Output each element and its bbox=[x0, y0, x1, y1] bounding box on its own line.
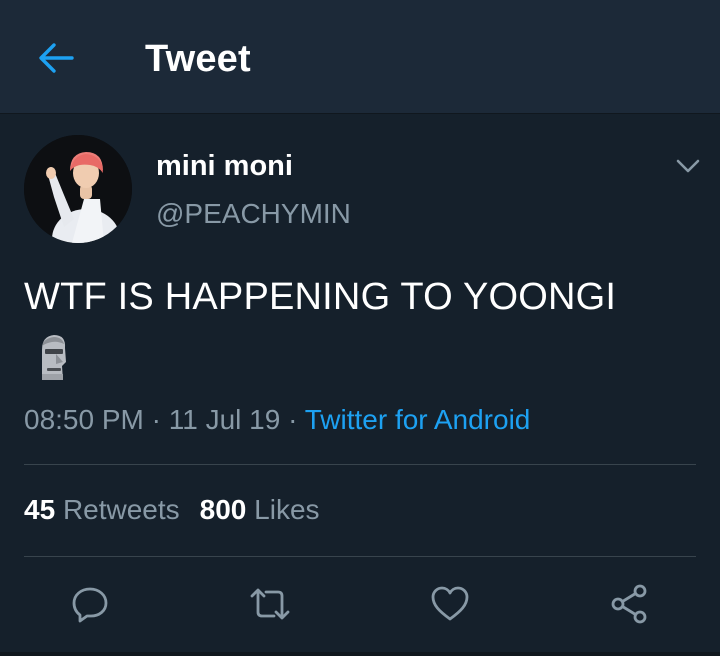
tweet-stats: 45 Retweets 800 Likes bbox=[24, 494, 320, 526]
tweet-source-link[interactable]: Twitter for Android bbox=[305, 404, 531, 435]
top-app-bar: Tweet bbox=[0, 0, 720, 114]
page-title: Tweet bbox=[145, 38, 251, 80]
meta-separator: · bbox=[151, 404, 161, 435]
tweet-text: WTF IS HAPPENING TO YOONGI bbox=[24, 276, 617, 318]
tweet-time: 08:50 PM bbox=[24, 404, 144, 435]
avatar[interactable] bbox=[24, 135, 132, 243]
share-button[interactable] bbox=[608, 582, 652, 626]
reply-button[interactable] bbox=[68, 582, 112, 626]
arrow-left-icon bbox=[39, 43, 74, 73]
author-display-name[interactable]: mini moni bbox=[156, 150, 293, 183]
back-button[interactable] bbox=[34, 38, 78, 78]
moai-emoji-icon bbox=[32, 332, 72, 382]
divider bbox=[24, 556, 696, 557]
meta-separator: · bbox=[288, 404, 298, 435]
likes-count: 800 bbox=[199, 494, 247, 525]
share-icon bbox=[611, 584, 647, 624]
like-button[interactable] bbox=[428, 582, 472, 626]
divider bbox=[24, 464, 696, 465]
chevron-down-icon bbox=[676, 159, 700, 173]
tweet-meta: 08:50 PM · 11 Jul 19 · Twitter for Andro… bbox=[24, 404, 530, 436]
avatar-image bbox=[24, 135, 132, 243]
retweets-label: Retweets bbox=[62, 494, 180, 525]
likes-stat[interactable]: 800 Likes bbox=[200, 494, 320, 525]
likes-label: Likes bbox=[254, 494, 320, 525]
retweets-count: 45 bbox=[24, 494, 56, 525]
author-handle[interactable]: @PEACHYMIN bbox=[156, 198, 351, 230]
like-icon bbox=[431, 586, 469, 621]
retweet-button[interactable] bbox=[248, 582, 292, 626]
retweets-stat[interactable]: 45 Retweets bbox=[24, 494, 180, 525]
bottom-edge bbox=[0, 652, 720, 656]
tweet-date: 11 Jul 19 bbox=[168, 404, 281, 435]
retweet-icon bbox=[250, 588, 290, 620]
tweet-options-button[interactable] bbox=[668, 148, 708, 184]
reply-icon bbox=[72, 587, 108, 623]
